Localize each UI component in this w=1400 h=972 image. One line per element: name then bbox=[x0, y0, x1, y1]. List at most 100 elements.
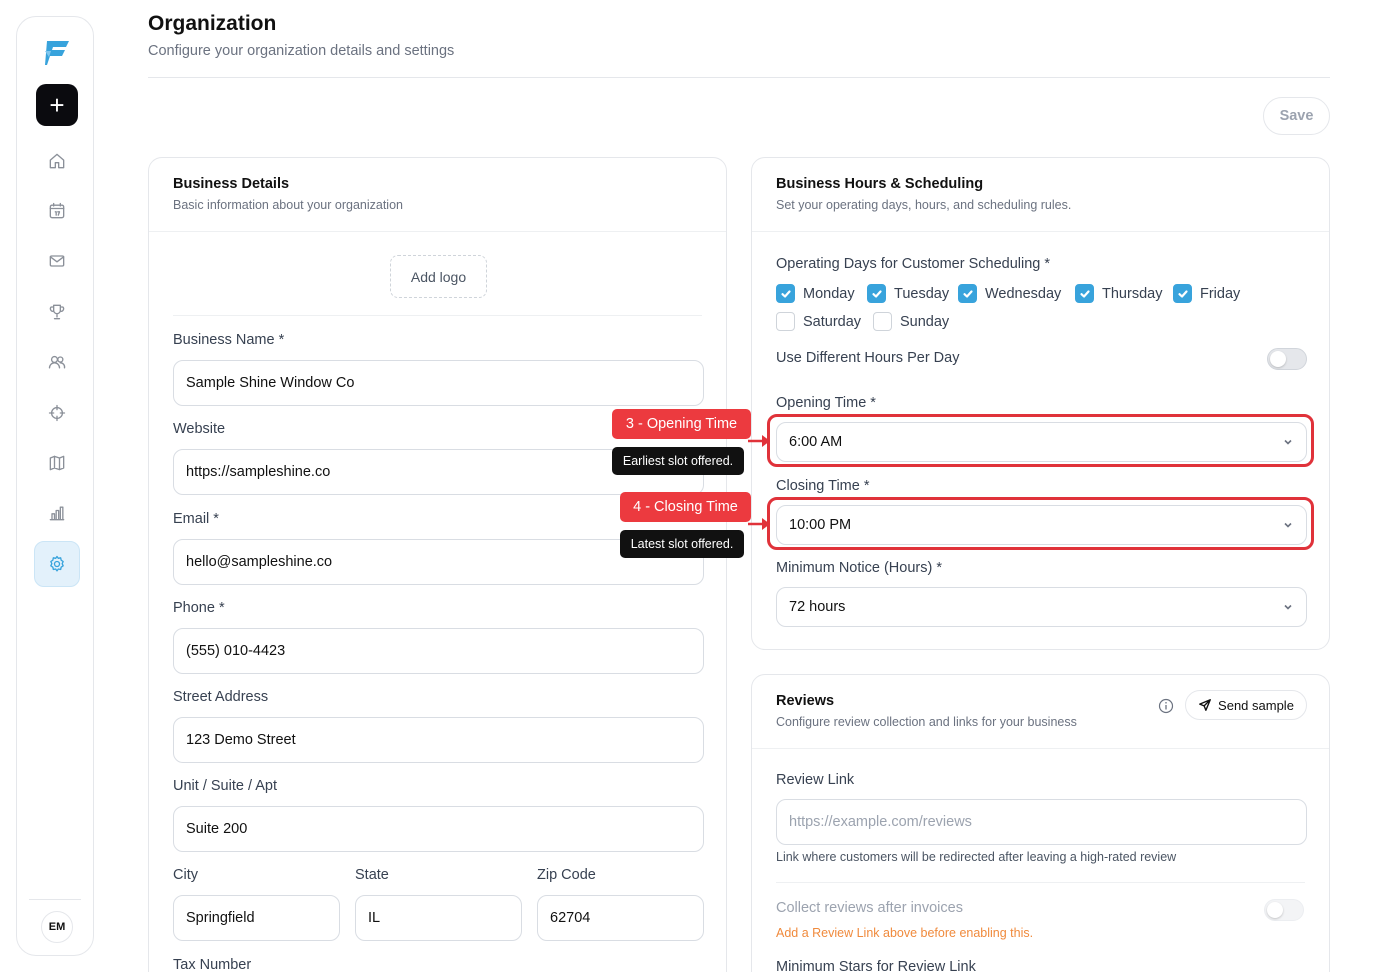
day-checkbox-monday[interactable]: Monday bbox=[776, 284, 855, 303]
zip-input[interactable]: 62704 bbox=[537, 895, 704, 941]
review-link-input[interactable]: https://example.com/reviews bbox=[776, 799, 1307, 845]
chevron-down-icon bbox=[1284, 604, 1292, 610]
street-address-input[interactable]: 123 Demo Street bbox=[173, 717, 704, 763]
city-label: City bbox=[173, 867, 198, 883]
checkbox[interactable] bbox=[867, 284, 886, 303]
send-sample-label: Send sample bbox=[1218, 697, 1294, 713]
different-hours-label: Use Different Hours Per Day bbox=[776, 350, 960, 366]
day-checkbox-saturday[interactable]: Saturday bbox=[776, 312, 861, 331]
city-input[interactable]: Springfield bbox=[173, 895, 340, 941]
sidebar-item-settings[interactable] bbox=[34, 541, 80, 587]
info-icon[interactable] bbox=[1158, 698, 1174, 714]
state-label: State bbox=[355, 867, 389, 883]
phone-input[interactable]: (555) 010-4423 bbox=[173, 628, 704, 674]
calendar-icon bbox=[49, 202, 65, 219]
street-address-label: Street Address bbox=[173, 689, 269, 705]
send-sample-button[interactable]: Send sample bbox=[1185, 690, 1307, 720]
checkbox[interactable] bbox=[776, 312, 795, 331]
checkbox[interactable] bbox=[958, 284, 977, 303]
day-checkbox-tuesday[interactable]: Tuesday bbox=[867, 284, 949, 303]
email-label: Email * bbox=[173, 511, 219, 527]
card-description: Basic information about your organizatio… bbox=[173, 198, 403, 212]
sidebar-item-mail[interactable] bbox=[39, 243, 75, 279]
opening-time-label: Opening Time * bbox=[776, 395, 876, 411]
tax-number-label: Tax Number bbox=[173, 957, 252, 972]
business-name-label: Business Name * bbox=[173, 332, 285, 348]
card-title: Business Hours & Scheduling bbox=[776, 176, 984, 192]
reviews-divider bbox=[776, 882, 1305, 883]
home-icon bbox=[49, 153, 65, 169]
card-header: Business Hours & Scheduling Set your ope… bbox=[752, 158, 1329, 232]
card-title: Reviews bbox=[776, 693, 835, 709]
toggle-knob bbox=[1267, 902, 1283, 918]
state-input[interactable]: IL bbox=[355, 895, 522, 941]
day-checkbox-thursday[interactable]: Thursday bbox=[1075, 284, 1162, 303]
chart-icon bbox=[49, 506, 65, 521]
closing-time-highlight bbox=[767, 497, 1314, 550]
minimum-stars-label: Minimum Stars for Review Link bbox=[776, 959, 976, 972]
mail-icon bbox=[49, 255, 65, 267]
review-link-label: Review Link bbox=[776, 772, 855, 788]
user-avatar[interactable]: EM bbox=[41, 911, 73, 943]
sidebar-item-calendar[interactable] bbox=[39, 193, 75, 229]
checkbox[interactable] bbox=[873, 312, 892, 331]
closing-time-callout: 4 - Closing Time bbox=[620, 492, 751, 522]
save-button[interactable]: Save bbox=[1263, 97, 1330, 135]
logo-divider bbox=[173, 315, 702, 316]
users-icon bbox=[48, 355, 66, 369]
page-title: Organization bbox=[148, 12, 277, 35]
business-name-input[interactable]: Sample Shine Window Co bbox=[173, 360, 704, 406]
check-icon bbox=[962, 289, 973, 298]
opening-time-tooltip: Earliest slot offered. bbox=[612, 447, 744, 475]
add-logo-button[interactable]: Add logo bbox=[390, 255, 487, 298]
opening-time-highlight bbox=[767, 414, 1314, 467]
sidebar-item-customers[interactable] bbox=[39, 344, 75, 380]
send-icon bbox=[1199, 699, 1211, 711]
different-hours-toggle[interactable] bbox=[1267, 348, 1307, 370]
day-label: Wednesday bbox=[985, 285, 1062, 302]
app-logo[interactable] bbox=[41, 37, 73, 69]
unit-label: Unit / Suite / Apt bbox=[173, 778, 277, 794]
card-title: Business Details bbox=[173, 176, 290, 192]
check-icon bbox=[780, 289, 791, 298]
minimum-notice-select[interactable]: 72 hours bbox=[776, 587, 1307, 627]
page-subtitle: Configure your organization details and … bbox=[148, 43, 455, 59]
opening-time-callout: 3 - Opening Time bbox=[612, 409, 751, 439]
gear-icon bbox=[50, 555, 64, 572]
map-icon bbox=[49, 455, 65, 471]
sidebar-item-home[interactable] bbox=[39, 143, 75, 179]
collect-reviews-toggle[interactable] bbox=[1264, 899, 1304, 921]
business-hours-card: Business Hours & Scheduling Set your ope… bbox=[751, 157, 1330, 650]
day-checkbox-sunday[interactable]: Sunday bbox=[873, 312, 949, 331]
card-header: Business Details Basic information about… bbox=[149, 158, 726, 232]
review-link-warning: Add a Review Link above before enabling … bbox=[776, 926, 1034, 940]
day-checkbox-wednesday[interactable]: Wednesday bbox=[958, 284, 1061, 303]
minimum-notice-label: Minimum Notice (Hours) * bbox=[776, 560, 942, 576]
operating-days-label: Operating Days for Customer Scheduling * bbox=[776, 256, 1051, 272]
phone-label: Phone * bbox=[173, 600, 225, 616]
trophy-icon bbox=[49, 304, 65, 320]
header-divider bbox=[148, 77, 1330, 78]
unit-input[interactable]: Suite 200 bbox=[173, 806, 704, 852]
day-checkbox-friday[interactable]: Friday bbox=[1173, 284, 1240, 303]
sidebar-item-reports[interactable] bbox=[39, 495, 75, 531]
sidebar-item-map[interactable] bbox=[39, 445, 75, 481]
business-details-card: Business Details Basic information about… bbox=[148, 157, 727, 972]
checkbox[interactable] bbox=[1173, 284, 1192, 303]
checkbox[interactable] bbox=[1075, 284, 1094, 303]
sidebar-item-targets[interactable] bbox=[39, 395, 75, 431]
checkbox[interactable] bbox=[776, 284, 795, 303]
day-label: Monday bbox=[803, 285, 855, 302]
day-label: Saturday bbox=[803, 313, 862, 330]
review-link-helper: Link where customers will be redirected … bbox=[776, 850, 1177, 864]
arrow-right-icon bbox=[748, 518, 770, 530]
check-icon bbox=[1177, 289, 1188, 298]
closing-time-tooltip: Latest slot offered. bbox=[620, 530, 744, 558]
card-description: Set your operating days, hours, and sche… bbox=[776, 198, 1072, 212]
card-description: Configure review collection and links fo… bbox=[776, 715, 1077, 729]
day-label: Tuesday bbox=[894, 285, 950, 302]
plus-icon: + bbox=[49, 90, 65, 120]
sidebar-item-rewards[interactable] bbox=[39, 294, 75, 330]
collect-reviews-label: Collect reviews after invoices bbox=[776, 900, 963, 916]
create-new-button[interactable]: + bbox=[36, 84, 78, 126]
